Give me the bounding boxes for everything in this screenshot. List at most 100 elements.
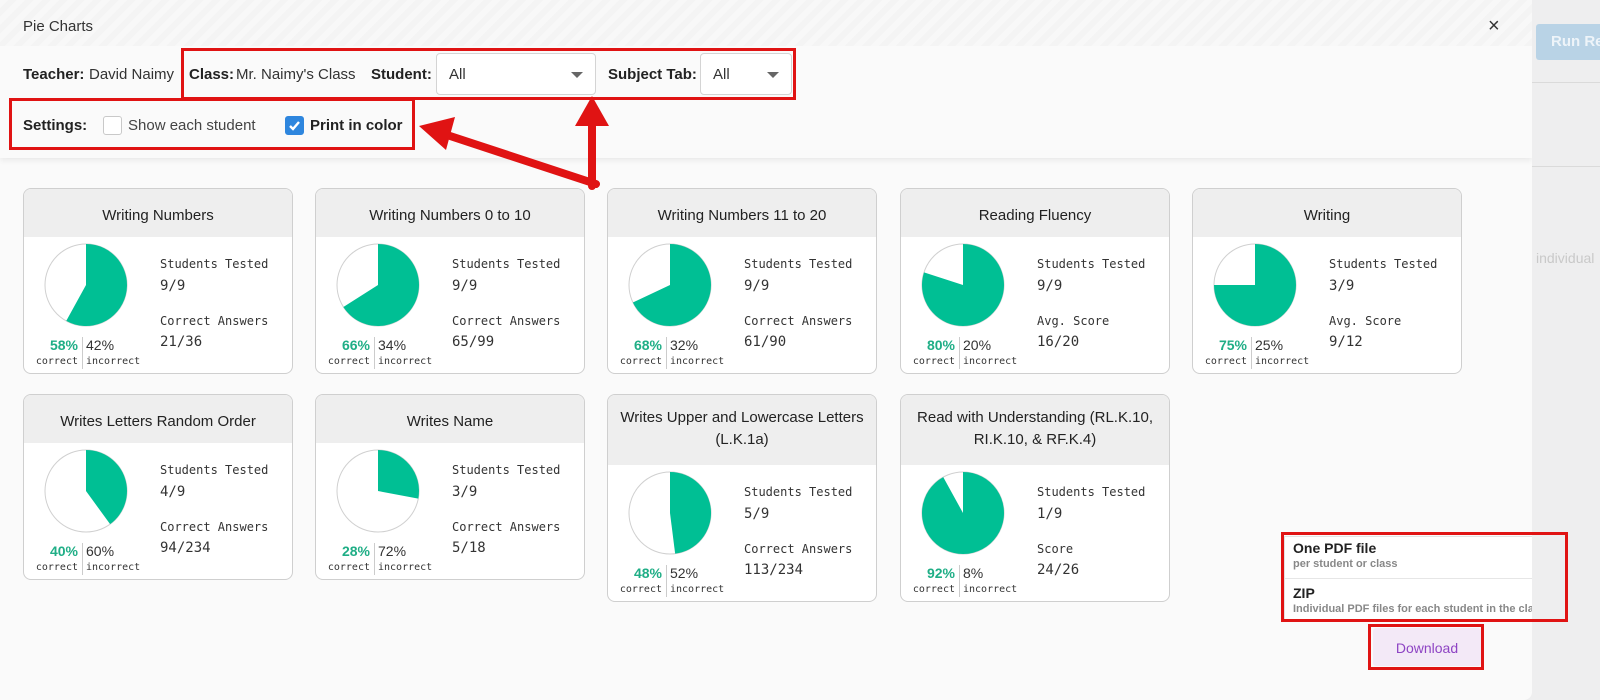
stat-value-students-tested: 9/9 — [160, 278, 186, 294]
incorrect-caption: incorrect — [1255, 356, 1310, 367]
incorrect-caption: incorrect — [378, 356, 433, 367]
modal-title: Pie Charts — [23, 18, 94, 35]
stat-label-students-tested: Students Tested — [744, 485, 853, 499]
incorrect-caption: incorrect — [670, 356, 725, 367]
stat-value-score: 113/234 — [744, 562, 804, 578]
pie-chart — [336, 449, 420, 533]
card-body: 48% 52% correct incorrect Students Tested 5/9… — [608, 465, 876, 601]
pie-chart — [628, 471, 712, 555]
stat-value-score: 61/90 — [744, 334, 787, 350]
incorrect-caption: incorrect — [86, 562, 141, 573]
correct-percent: 40% — [49, 543, 78, 559]
stat-value-score: 65/99 — [452, 334, 495, 350]
pie-chart-card: Writes Letters Random Order 40% 60% correct… — [23, 394, 293, 580]
stat-label-score: Correct Answers — [452, 520, 561, 534]
annotation-box-settings — [9, 98, 415, 150]
close-icon[interactable]: × — [1488, 16, 1500, 36]
correct-percent: 92% — [926, 565, 955, 581]
stat-label-students-tested: Students Tested — [160, 257, 269, 271]
correct-percent: 48% — [633, 565, 662, 581]
stat-label-score: Correct Answers — [160, 520, 269, 534]
stat-value-students-tested: 9/9 — [744, 278, 770, 294]
run-report-button[interactable]: Run Re — [1536, 24, 1600, 60]
incorrect-caption: incorrect — [963, 356, 1018, 367]
incorrect-caption: incorrect — [963, 584, 1018, 595]
correct-caption: correct — [327, 562, 370, 573]
card-body: 40% 60% correct incorrect Students Tested 4/9… — [24, 443, 292, 579]
incorrect-caption: incorrect — [670, 584, 725, 595]
card-title: Writes Name — [316, 395, 584, 443]
stat-value-score: 9/12 — [1329, 334, 1363, 350]
stat-value-students-tested: 3/9 — [452, 484, 478, 500]
pie-chart — [336, 243, 420, 327]
pie-chart-card: Writing 75% 25% correct incorrect Students Te… — [1192, 188, 1462, 374]
stat-label-score: Score — [1037, 542, 1074, 556]
stat-value-students-tested: 4/9 — [160, 484, 186, 500]
teacher-value: David Naimy — [89, 66, 175, 83]
pie-chart-card: Writing Numbers 0 to 10 66% 34% correct inco… — [315, 188, 585, 374]
pie-chart-card: Writing Numbers 58% 42% correct incorrect Stu… — [23, 188, 293, 374]
stat-value-students-tested: 9/9 — [452, 278, 478, 294]
pie-chart — [921, 243, 1005, 327]
correct-caption: correct — [619, 356, 662, 367]
correct-percent: 68% — [633, 337, 662, 353]
stat-value-score: 94/234 — [160, 540, 211, 556]
card-body: 58% 42% correct incorrect Students Tested 9/9… — [24, 237, 292, 373]
pie-chart — [628, 243, 712, 327]
pie-chart — [44, 243, 128, 327]
stat-label-score: Avg. Score — [1037, 314, 1110, 328]
stat-value-students-tested: 5/9 — [744, 506, 770, 522]
correct-percent: 58% — [49, 337, 78, 353]
stat-value-score: 21/36 — [160, 334, 203, 350]
stat-label-score: Avg. Score — [1329, 314, 1402, 328]
card-title: Writes Upper and Lowercase Letters (L.K.… — [608, 395, 876, 465]
pie-chart — [921, 471, 1005, 555]
stat-value-score: 5/18 — [452, 540, 486, 556]
incorrect-caption: incorrect — [378, 562, 433, 573]
annotation-box-download-menu — [1281, 532, 1568, 622]
correct-caption: correct — [1204, 356, 1247, 367]
pie-slice-correct — [378, 450, 419, 499]
correct-caption: correct — [327, 356, 370, 367]
card-title: Writing Numbers — [24, 189, 292, 237]
stat-label-students-tested: Students Tested — [744, 257, 853, 271]
stat-label-students-tested: Students Tested — [1037, 257, 1146, 271]
stat-value-score: 16/20 — [1037, 334, 1080, 350]
pie-slice-correct — [670, 472, 712, 554]
card-body: 28% 72% correct incorrect Students Tested 3/9… — [316, 443, 584, 579]
background-text: individual — [1536, 250, 1595, 266]
card-title: Reading Fluency — [901, 189, 1169, 237]
correct-caption: correct — [619, 584, 662, 595]
correct-caption: correct — [912, 584, 955, 595]
correct-caption: correct — [912, 356, 955, 367]
card-title: Read with Understanding (RL.K.10, RI.K.1… — [901, 395, 1169, 465]
card-title: Writing — [1193, 189, 1461, 237]
stat-label-students-tested: Students Tested — [160, 463, 269, 477]
stat-label-students-tested: Students Tested — [452, 257, 561, 271]
card-body: 68% 32% correct incorrect Students Tested 9/9… — [608, 237, 876, 373]
card-title: Writing Numbers 0 to 10 — [316, 189, 584, 237]
correct-caption: correct — [35, 356, 78, 367]
stat-value-students-tested: 1/9 — [1037, 506, 1063, 522]
card-body: 66% 34% correct incorrect Students Tested 9/9… — [316, 237, 584, 373]
card-body: 80% 20% correct incorrect Students Tested 9/9… — [901, 237, 1169, 373]
card-body: 92% 8% correct incorrect Students Tested 1/9 S… — [901, 465, 1169, 601]
pie-chart — [1213, 243, 1297, 327]
card-title: Writing Numbers 11 to 20 — [608, 189, 876, 237]
pie-chart-card: Read with Understanding (RL.K.10, RI.K.1… — [900, 394, 1170, 602]
stat-value-students-tested: 9/9 — [1037, 278, 1063, 294]
stat-label-score: Correct Answers — [160, 314, 269, 328]
correct-percent: 80% — [926, 337, 955, 353]
annotation-box-download-button — [1368, 624, 1484, 670]
incorrect-caption: incorrect — [86, 356, 141, 367]
pie-chart — [44, 449, 128, 533]
correct-caption: correct — [35, 562, 78, 573]
card-body: 75% 25% correct incorrect Students Tested 3/9… — [1193, 237, 1461, 373]
pie-chart-card: Writes Name 28% 72% correct incorrect Student… — [315, 394, 585, 580]
pie-chart-card: Writing Numbers 11 to 20 68% 32% correct inc… — [607, 188, 877, 374]
correct-percent: 66% — [341, 337, 370, 353]
correct-percent: 28% — [341, 543, 370, 559]
pie-chart-card: Reading Fluency 80% 20% correct incorrect Stu… — [900, 188, 1170, 374]
stat-label-score: Correct Answers — [744, 542, 853, 556]
stat-label-score: Correct Answers — [452, 314, 561, 328]
